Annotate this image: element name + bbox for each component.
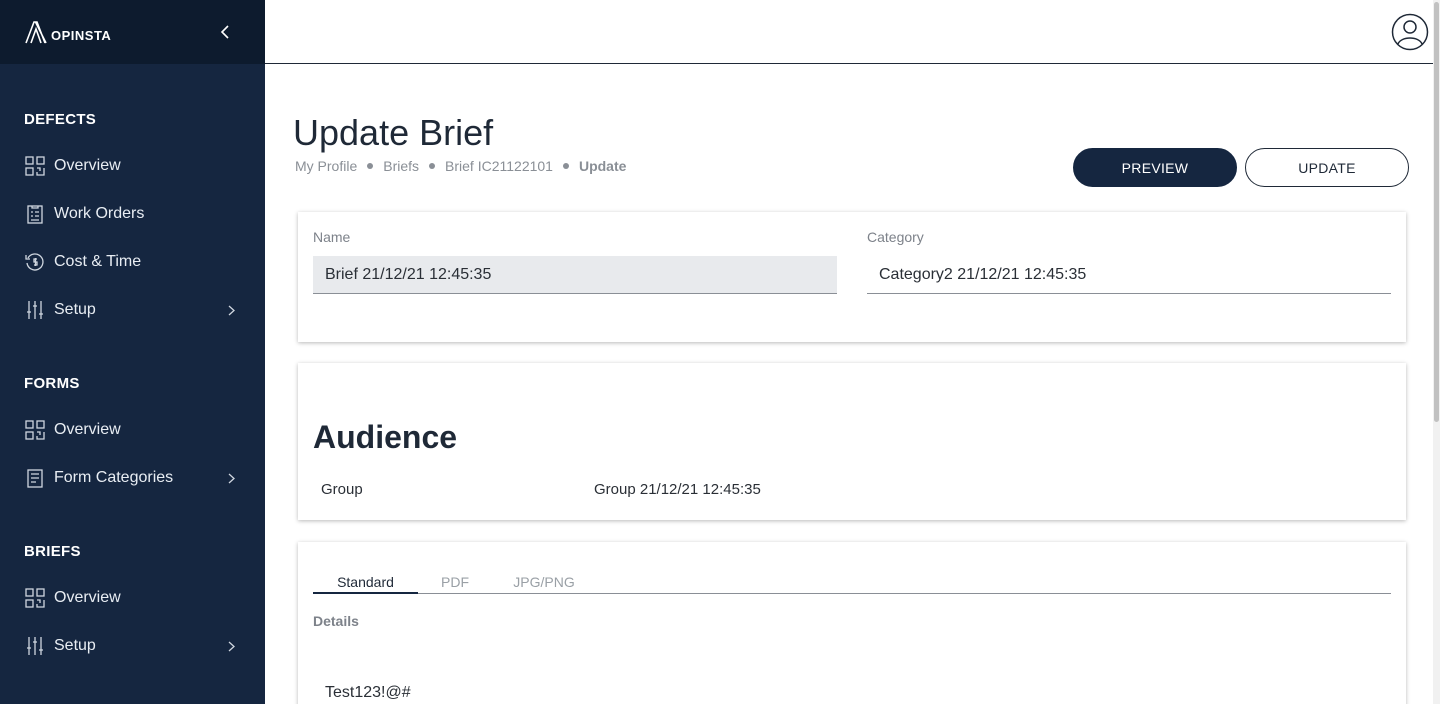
grid-icon <box>24 155 46 177</box>
sidebar-item-briefs-setup[interactable]: Setup <box>24 631 235 661</box>
group-label: Group <box>321 481 363 498</box>
sidebar-item-label: Form Categories <box>54 469 174 486</box>
page-title: Update Brief <box>293 112 494 153</box>
sidebar-item-label: Setup <box>54 301 96 318</box>
group-value: Group 21/12/21 12:45:35 <box>594 481 761 498</box>
top-bar <box>265 0 1433 64</box>
sliders-icon <box>24 635 46 657</box>
sidebar-item-form-categories[interactable]: Form Categories <box>24 463 235 493</box>
category-field[interactable]: Category2 21/12/21 12:45:35 <box>867 256 1391 294</box>
breadcrumb: My Profile Briefs Brief IC21122101 Updat… <box>295 158 626 174</box>
category-label: Category <box>867 229 924 245</box>
sidebar-item-defects-setup[interactable]: Setup <box>24 295 235 325</box>
breadcrumb-my-profile[interactable]: My Profile <box>295 158 357 174</box>
section-title-forms: FORMS <box>24 375 80 392</box>
clipboard-icon <box>24 203 46 225</box>
sidebar: OPINSTA DEFECTS Overview Work Orders Cos… <box>0 0 265 704</box>
section-title-defects: DEFECTS <box>24 111 97 128</box>
chevron-right-icon <box>228 641 235 652</box>
logo-mark-icon <box>25 21 47 44</box>
sidebar-item-cost-time[interactable]: Cost & Time <box>24 247 235 277</box>
breadcrumb-current: Update <box>578 158 627 174</box>
active-tab-indicator <box>313 592 418 594</box>
chevron-left-icon <box>220 25 229 39</box>
grid-icon <box>24 587 46 609</box>
brief-details-card: Name Brief 21/12/21 12:45:35 Category Ca… <box>298 212 1406 342</box>
breadcrumb-separator <box>367 163 374 169</box>
sidebar-item-forms-overview[interactable]: Overview <box>24 415 235 445</box>
sidebar-item-label: Overview <box>54 157 121 174</box>
content-card: Standard PDF JPG/PNG Details Test123!@# <box>298 542 1406 704</box>
collapse-sidebar-button[interactable] <box>215 22 235 42</box>
chevron-right-icon <box>228 473 235 484</box>
audience-card: Audience Group Group 21/12/21 12:45:35 <box>298 363 1406 520</box>
breadcrumb-brief[interactable]: Brief IC21122101 <box>445 158 553 174</box>
section-title-briefs: BRIEFS <box>24 543 81 560</box>
preview-button[interactable]: PREVIEW <box>1073 148 1237 187</box>
tab-standard[interactable]: Standard <box>313 574 418 590</box>
logo-bar: OPINSTA <box>0 0 265 64</box>
name-field[interactable]: Brief 21/12/21 12:45:35 <box>313 256 837 294</box>
content-tabs: Standard PDF JPG/PNG <box>313 572 1391 594</box>
sliders-icon <box>24 299 46 321</box>
audience-title: Audience <box>313 419 458 455</box>
sidebar-item-label: Work Orders <box>54 205 145 222</box>
sidebar-item-label: Cost & Time <box>54 253 142 270</box>
logo[interactable]: OPINSTA <box>24 20 111 44</box>
details-value: Test123!@# <box>325 684 411 701</box>
logo-text: OPINSTA <box>51 28 112 43</box>
document-icon <box>24 467 46 489</box>
details-label: Details <box>313 613 359 629</box>
grid-icon <box>24 419 46 441</box>
clock-dollar-icon <box>24 251 46 273</box>
sidebar-item-label: Setup <box>54 637 96 654</box>
name-label: Name <box>313 229 351 245</box>
update-button[interactable]: UPDATE <box>1245 148 1409 187</box>
sidebar-item-label: Overview <box>54 589 121 606</box>
breadcrumb-briefs[interactable]: Briefs <box>383 158 419 174</box>
tab-jpg-png[interactable]: JPG/PNG <box>508 574 580 590</box>
sidebar-item-work-orders[interactable]: Work Orders <box>24 199 235 229</box>
page-scrollbar[interactable] <box>1433 0 1440 704</box>
tab-pdf[interactable]: PDF <box>428 574 482 590</box>
breadcrumb-separator <box>429 163 436 169</box>
scrollbar-thumb[interactable] <box>1434 2 1439 422</box>
sidebar-item-defects-overview[interactable]: Overview <box>24 151 235 181</box>
sidebar-item-label: Overview <box>54 421 121 438</box>
sidebar-item-briefs-overview[interactable]: Overview <box>24 583 235 613</box>
breadcrumb-separator <box>562 163 569 169</box>
user-avatar-icon[interactable] <box>1391 13 1429 51</box>
chevron-right-icon <box>228 305 235 316</box>
